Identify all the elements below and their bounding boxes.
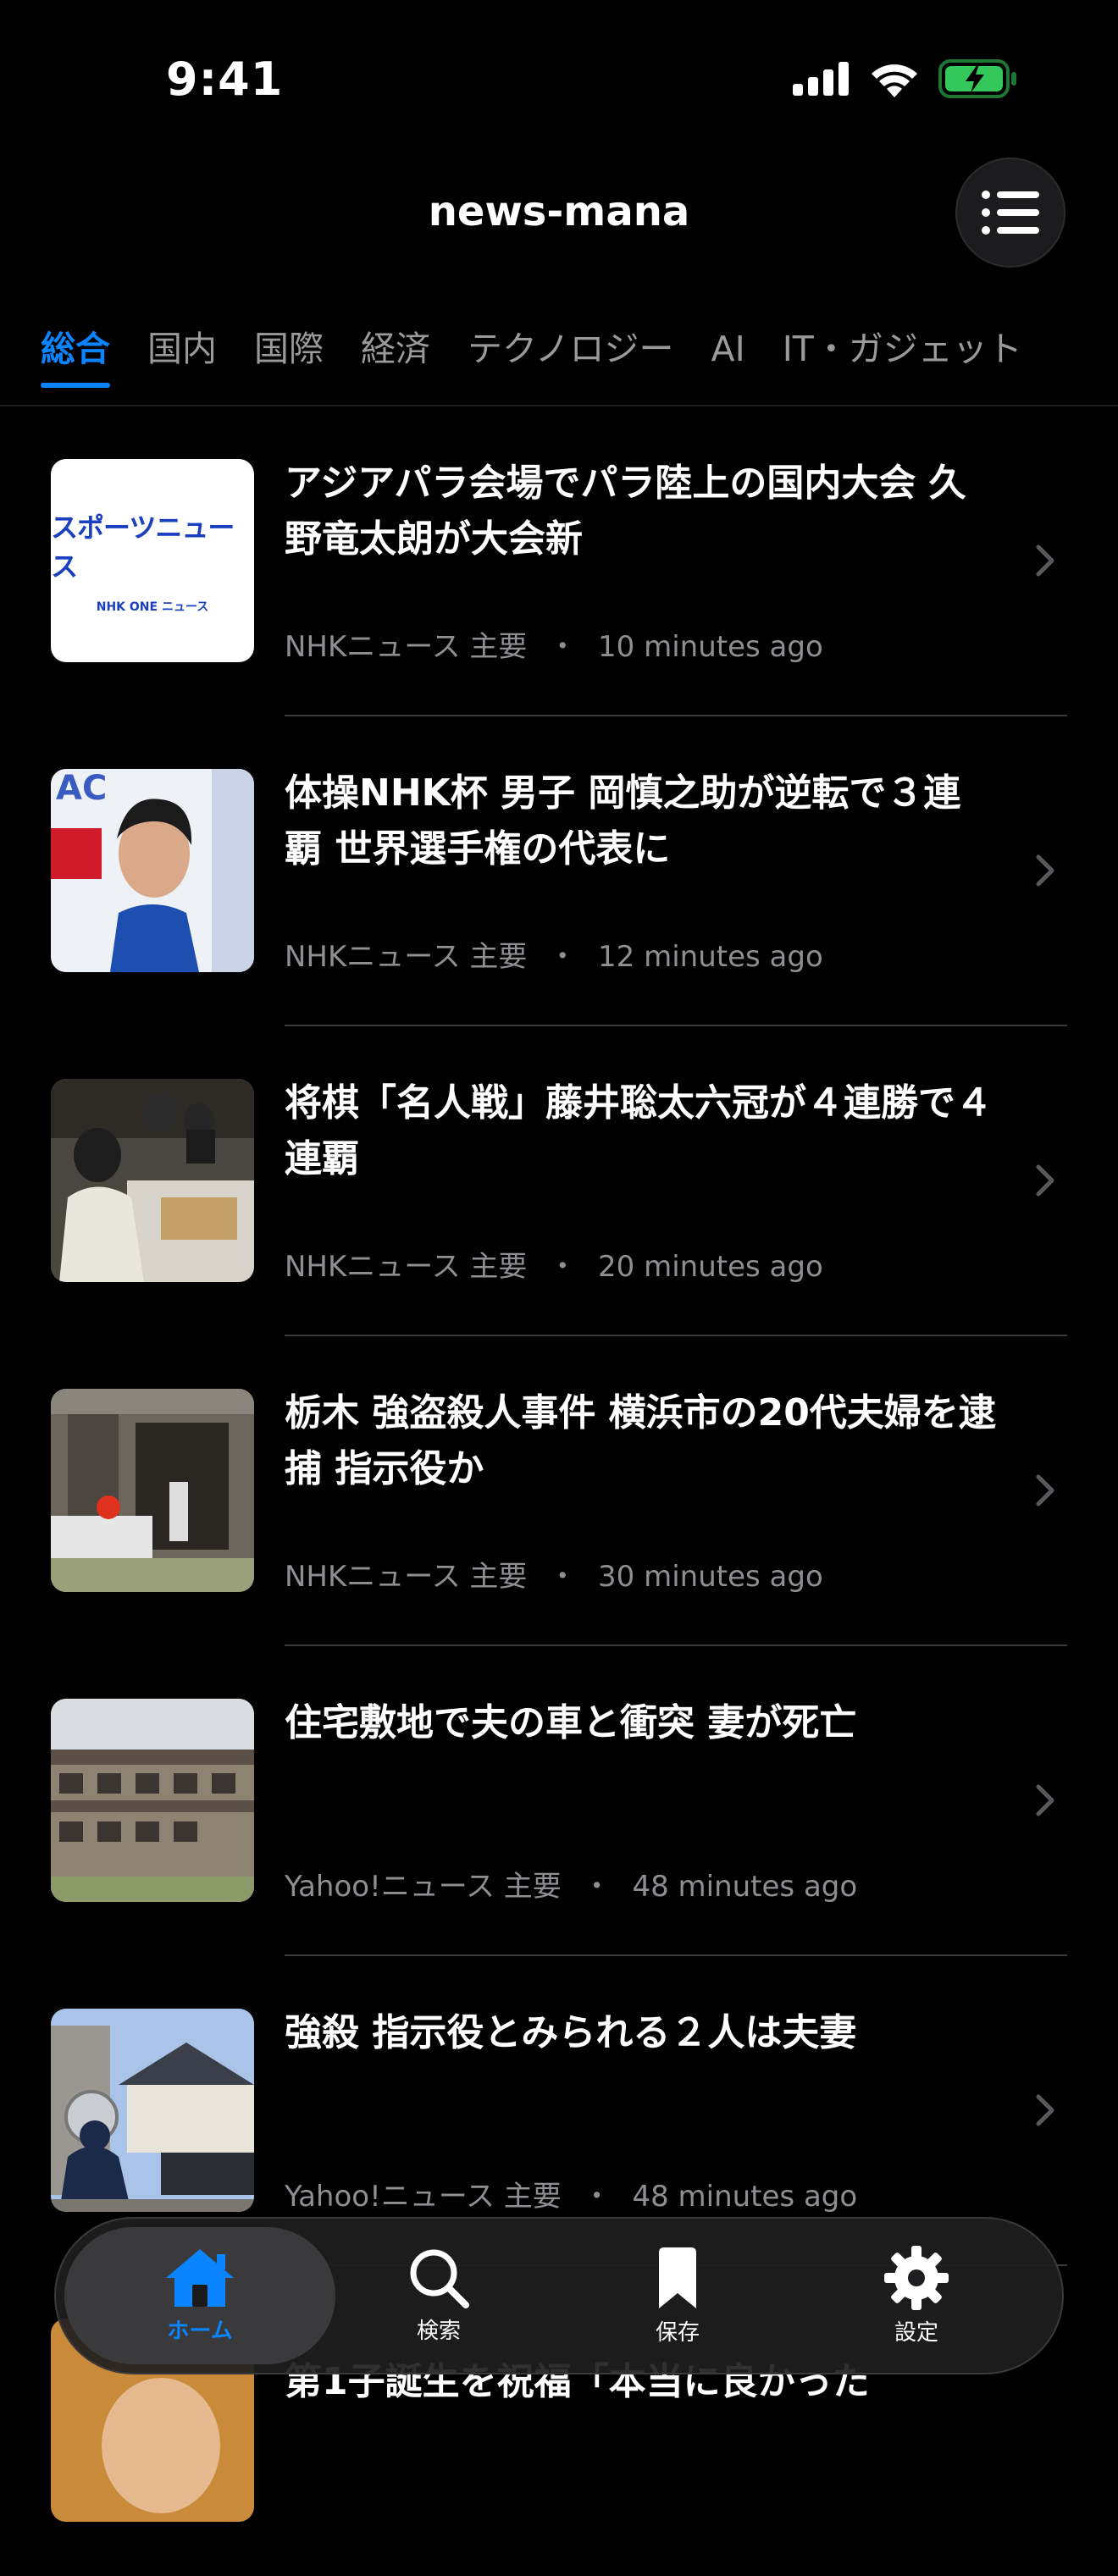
tab-international[interactable]: 国際 [254,320,324,388]
chevron-right-icon [1036,1784,1054,1816]
news-item[interactable]: スポーツニュース NHK ONE ニュース アジアパラ会場でパラ陸上の国内大会 … [0,406,1118,716]
chevron-right-icon [1036,1164,1054,1197]
news-meta: Yahoo!ニュース 主要 ・ 48 minutes ago [285,2173,857,2214]
list-icon [982,191,1039,235]
meta-separator: ・ [548,940,578,974]
signal-icon [793,62,849,96]
news-item[interactable]: 栃木 強盗殺人事件 横浜市の20代夫婦を逮捕 指示役か NHKニュース 主要 ・… [0,1336,1118,1646]
news-time: 30 minutes ago [598,1560,823,1594]
tabbar-search-label: 検索 [416,2318,461,2344]
tab-domestic[interactable]: 国内 [147,320,217,388]
news-item[interactable]: 住宅敷地で夫の車と衝突 妻が死亡 Yahoo!ニュース 主要 ・ 48 minu… [0,1646,1118,1956]
tab-general[interactable]: 総合 [41,320,110,388]
news-source: Yahoo!ニュース 主要 [285,2180,562,2214]
news-thumbnail [51,1079,254,1282]
news-source: NHKニュース 主要 [285,1560,528,1594]
tabbar-home-label: ホーム [167,2318,233,2344]
thumbnail-logo-text: スポーツニュース [51,511,235,583]
search-icon [410,2249,469,2308]
tab-ai[interactable]: AI [711,329,745,386]
bottom-tab-bar: ホーム 検索 保存 設定 [54,2217,1064,2374]
news-time: 48 minutes ago [632,2180,858,2214]
page-title: news-mana [428,188,690,235]
gear-icon [884,2245,949,2310]
chevron-right-icon [1036,544,1054,577]
tab-economy[interactable]: 経済 [361,320,430,388]
chevron-right-icon [1036,854,1054,887]
battery-icon [938,59,1016,98]
news-item[interactable]: 将棋「名人戦」藤井聡太六冠が４連勝で４連覇 NHKニュース 主要 ・ 20 mi… [0,1026,1118,1336]
news-meta: NHKニュース 主要 ・ 30 minutes ago [285,1553,823,1595]
category-tabs: 総合 国内 国際 経済 テクノロジー AI IT・ガジェット [41,320,1118,405]
tabbar-settings-label: 設定 [894,2319,938,2346]
meta-separator: ・ [548,1250,578,1284]
tabbar-search[interactable]: 検索 [320,2219,557,2373]
meta-separator: ・ [582,2180,612,2214]
news-time: 20 minutes ago [598,1250,823,1284]
chevron-right-icon [1036,2094,1054,2126]
status-time: 9:41 [166,53,284,106]
meta-separator: ・ [582,1870,612,1904]
news-title: 栃木 強盗殺人事件 横浜市の20代夫婦を逮捕 指示役か [285,1391,996,1490]
news-source: Yahoo!ニュース 主要 [285,1870,562,1904]
home-icon [166,2248,234,2307]
bookmark-icon [659,2247,696,2308]
news-meta: NHKニュース 主要 ・ 20 minutes ago [285,1243,823,1285]
wifi-icon [872,64,917,97]
thumbnail-logo-subtext: NHK ONE ニュース [96,600,209,614]
chevron-right-icon [1036,1474,1054,1506]
news-thumbnail: AC [51,769,254,972]
news-title: アジアパラ会場でパラ陸上の国内大会 久野竜太朗が大会新 [285,462,966,561]
tab-technology[interactable]: テクノロジー [468,320,674,388]
news-thumbnail [51,2009,254,2212]
news-source: NHKニュース 主要 [285,1250,528,1284]
news-item[interactable]: AC 体操NHK杯 男子 岡慎之助が逆転で３連覇 世界選手権の代表に NHKニュ… [0,716,1118,1026]
news-time: 12 minutes ago [598,940,823,974]
news-time: 48 minutes ago [632,1870,858,1904]
news-title: 将棋「名人戦」藤井聡太六冠が４連勝で４連覇 [285,1081,993,1180]
news-thumbnail: スポーツニュース NHK ONE ニュース [51,459,254,662]
news-title: 強殺 指示役とみられる２人は夫妻 [285,2011,857,2054]
news-thumbnail [51,1389,254,1592]
news-meta: NHKニュース 主要 ・ 10 minutes ago [285,623,823,665]
news-source: NHKニュース 主要 [285,940,528,974]
meta-separator: ・ [548,630,578,664]
svg-text:AC: AC [56,769,107,808]
tabbar-saved-label: 保存 [655,2319,700,2346]
tab-it-gadget[interactable]: IT・ガジェット [783,320,1022,388]
meta-separator: ・ [548,1560,578,1594]
news-source: NHKニュース 主要 [285,630,528,664]
news-meta: Yahoo!ニュース 主要 ・ 48 minutes ago [285,1863,857,1904]
tabbar-home[interactable]: ホーム [81,2219,318,2373]
menu-button[interactable] [955,158,1065,268]
tabbar-saved[interactable]: 保存 [559,2219,796,2373]
news-thumbnail [51,1699,254,1902]
news-title: 体操NHK杯 男子 岡慎之助が逆転で３連覇 世界選手権の代表に [285,771,961,871]
news-time: 10 minutes ago [598,630,823,664]
news-meta: NHKニュース 主要 ・ 12 minutes ago [285,933,823,975]
status-icons [793,59,1018,98]
news-title: 住宅敷地で夫の車と衝突 妻が死亡 [285,1701,857,1744]
status-bar: 9:41 [0,0,1118,161]
tabbar-settings[interactable]: 設定 [798,2219,1035,2373]
